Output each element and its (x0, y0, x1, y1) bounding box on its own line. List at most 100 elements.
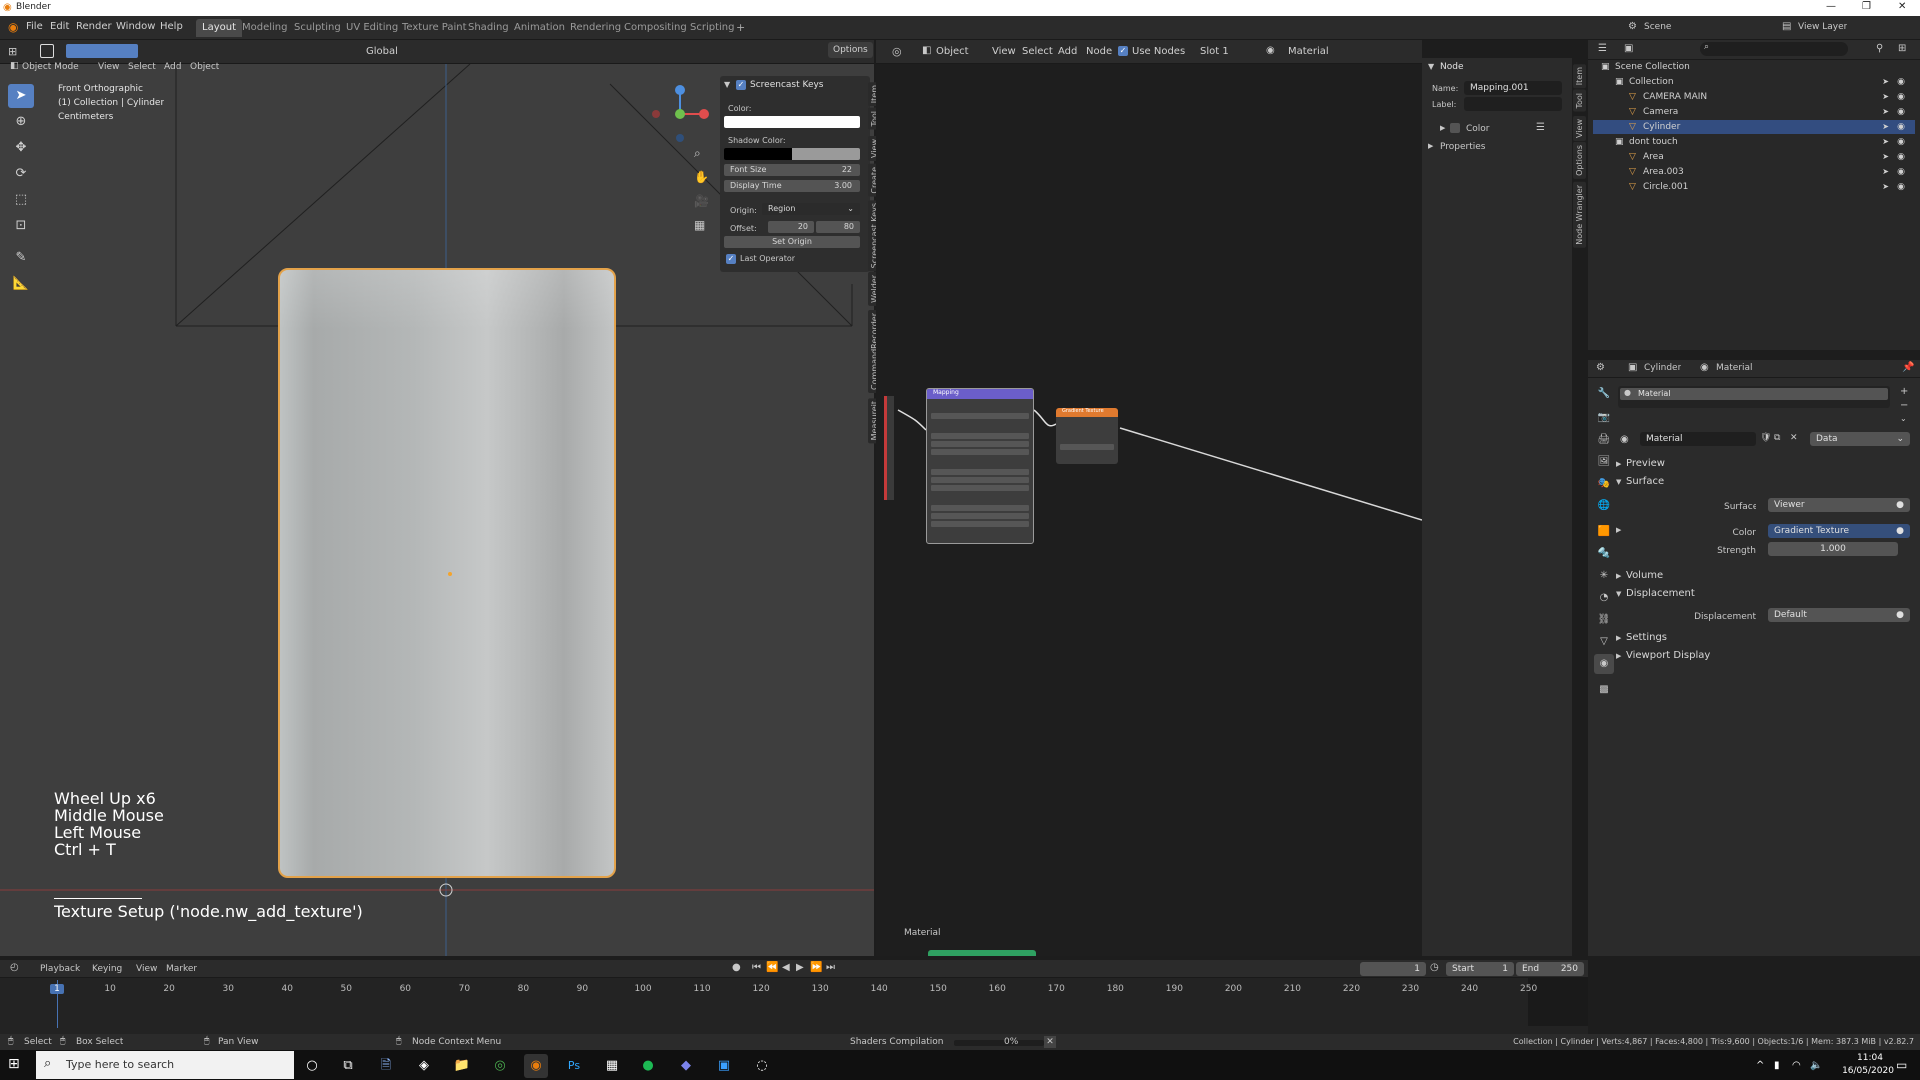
list-icon[interactable]: ☰ (1536, 122, 1545, 133)
menu-edit[interactable]: Edit (50, 21, 69, 32)
tab-sculpting[interactable]: Sculpting (288, 19, 347, 37)
last-operator-checkbox[interactable]: ✓ (726, 254, 736, 264)
timeline-editor-icon[interactable]: ◴ (10, 962, 19, 973)
timeline-menu-keying[interactable]: Keying (92, 964, 122, 974)
preview-expand-icon[interactable]: ▶ (1616, 460, 1621, 468)
outliner-row[interactable]: ▽ Camera ◉ ➤ (1593, 105, 1915, 119)
play-reverse-icon[interactable]: ◀ (782, 962, 790, 973)
calculator-icon[interactable]: ▦ (600, 1054, 624, 1078)
menu-window[interactable]: Window (116, 21, 155, 32)
start-frame-field[interactable]: Start 1 (1446, 962, 1514, 976)
selectable-arrow-icon[interactable]: ➤ (1882, 120, 1889, 134)
editor-type-icon[interactable]: ⊞ (8, 45, 17, 58)
tray-wifi-icon[interactable]: ◠ (1792, 1060, 1801, 1071)
section-viewport-display[interactable]: Viewport Display (1626, 650, 1710, 661)
node-label-field[interactable] (1464, 97, 1562, 111)
selectable-arrow-icon[interactable]: ➤ (1882, 90, 1889, 104)
outliner-row[interactable]: ▽ Cylinder ◉ ➤ (1593, 120, 1915, 134)
selectable-arrow-icon[interactable]: ➤ (1882, 75, 1889, 89)
maximize-button[interactable]: ❐ (1862, 1, 1871, 12)
tray-chevron-icon[interactable]: ^ (1756, 1060, 1764, 1071)
move-tool-icon[interactable]: ✥ (8, 136, 34, 160)
annotate-tool-icon[interactable]: ✎ (8, 246, 34, 270)
gradient-node-header[interactable]: Gradient Texture (1056, 408, 1118, 417)
tray-volume-icon[interactable]: 🔈 (1810, 1060, 1822, 1071)
tab-scripting[interactable]: Scripting (684, 19, 740, 37)
prev-key-icon[interactable]: ⏪ (766, 962, 778, 973)
mapping-node-header[interactable]: Mapping (927, 389, 1033, 399)
node-name-field[interactable]: Mapping.001 (1464, 81, 1562, 95)
jump-start-icon[interactable]: ⏮ (752, 962, 761, 973)
viewport-display-expand-icon[interactable]: ▶ (1616, 652, 1621, 660)
screencast-enable-checkbox[interactable]: ✓ (736, 80, 746, 90)
material-slot-list[interactable]: ● Material (1618, 386, 1890, 408)
close-button[interactable]: ✕ (1898, 1, 1906, 12)
timeline-menu-playback[interactable]: Playback (40, 964, 80, 974)
select-box-modes[interactable] (66, 44, 138, 58)
section-preview[interactable]: Preview (1626, 458, 1665, 469)
visibility-eye-icon[interactable]: ◉ (1897, 150, 1905, 164)
add-workspace-icon[interactable]: + (736, 21, 745, 34)
record-icon[interactable]: ● (732, 962, 741, 973)
material-breadcrumb[interactable]: Material (1716, 363, 1753, 373)
ortho-grid-icon[interactable]: ▦ (694, 218, 705, 232)
tab-modeling[interactable]: Modeling (236, 19, 294, 37)
section-displacement[interactable]: Displacement (1626, 588, 1695, 599)
camera-view-icon[interactable]: 🎥 (694, 194, 709, 208)
offset-x-field[interactable]: 20 (768, 221, 814, 233)
link-data-dropdown[interactable]: Data ⌄ (1810, 432, 1910, 446)
outliner-row[interactable]: ▽ CAMERA MAIN ◉ ➤ (1593, 90, 1915, 104)
spotify-icon[interactable]: ● (636, 1054, 660, 1078)
material-slot-row[interactable]: ● Material (1620, 388, 1888, 400)
view-layer-tab-icon[interactable]: 🖼 (1594, 452, 1614, 472)
node-properties-label[interactable]: Properties (1440, 142, 1485, 152)
outliner-row[interactable]: ▽ Area ◉ ➤ (1593, 150, 1915, 164)
play-icon[interactable]: ▶ (796, 962, 804, 973)
node-menu-select[interactable]: Select (1022, 46, 1053, 57)
node-vtab-view[interactable]: View (1573, 116, 1586, 141)
input-socket-strip[interactable] (884, 396, 894, 500)
node-vtab-tool[interactable]: Tool (1573, 90, 1586, 112)
node-menu-add[interactable]: Add (1058, 46, 1077, 57)
node-vtab-options[interactable]: Options (1573, 142, 1586, 179)
use-nodes-checkbox[interactable]: ✓ (1118, 46, 1128, 56)
outliner-row[interactable]: ▽ Area.003 ◉ ➤ (1593, 165, 1915, 179)
color-input-expand-icon[interactable]: ▶ (1616, 526, 1621, 534)
selectable-arrow-icon[interactable]: ➤ (1882, 105, 1889, 119)
node-editor-object-selector[interactable]: Object (936, 46, 969, 57)
orientation-selector[interactable]: Global (366, 46, 398, 57)
displacement-field[interactable]: Default ● (1768, 608, 1910, 622)
origin-dropdown[interactable]: Region ⌄ (762, 203, 860, 215)
tab-shading[interactable]: Shading (462, 19, 515, 37)
section-volume[interactable]: Volume (1626, 570, 1663, 581)
cursor-tool-icon[interactable]: ⊕ (8, 110, 34, 134)
settings-expand-icon[interactable]: ▶ (1616, 634, 1621, 642)
material-tab-icon[interactable]: ◉ (1594, 654, 1614, 674)
color-expand-icon[interactable]: ▶ (1440, 124, 1445, 132)
render-tab-icon[interactable]: 📷 (1594, 408, 1614, 428)
visibility-eye-icon[interactable]: ◉ (1897, 165, 1905, 179)
gradient-texture-node[interactable]: Gradient Texture (1056, 408, 1118, 464)
jump-end-icon[interactable]: ⏭ (826, 962, 835, 973)
end-frame-field[interactable]: End 250 (1516, 962, 1584, 976)
timeline-menu-marker[interactable]: Marker (166, 964, 197, 974)
app-4-icon[interactable]: ◌ (750, 1054, 774, 1078)
menu-help[interactable]: Help (160, 21, 183, 32)
font-size-field[interactable]: Font Size 22 (724, 164, 860, 176)
node-editor-type-icon[interactable]: ◎ (892, 45, 902, 58)
pan-icon[interactable]: ✋ (694, 170, 709, 184)
current-frame-field[interactable]: 1 (1360, 962, 1426, 976)
outliner-row[interactable]: ▣ Collection ◉ ➤ (1593, 75, 1915, 89)
node-color-checkbox[interactable] (1450, 123, 1460, 133)
data-tab-icon[interactable]: ▽ (1594, 632, 1614, 652)
constraints-tab-icon[interactable]: ⛓ (1594, 610, 1614, 630)
modifiers-tab-icon[interactable]: 🔩 (1594, 544, 1614, 564)
offset-y-field[interactable]: 80 (816, 221, 860, 233)
tab-uv-editing[interactable]: UV Editing (340, 19, 404, 37)
add-slot-icon[interactable]: + (1900, 386, 1908, 397)
surface-expand-icon[interactable]: ▼ (1616, 478, 1621, 486)
zoom-icon[interactable]: ⌕ (694, 146, 701, 161)
physics-tab-icon[interactable]: ◔ (1594, 588, 1614, 608)
color-input-field[interactable]: Gradient Texture ● (1768, 524, 1910, 538)
minimize-button[interactable]: — (1826, 1, 1836, 12)
